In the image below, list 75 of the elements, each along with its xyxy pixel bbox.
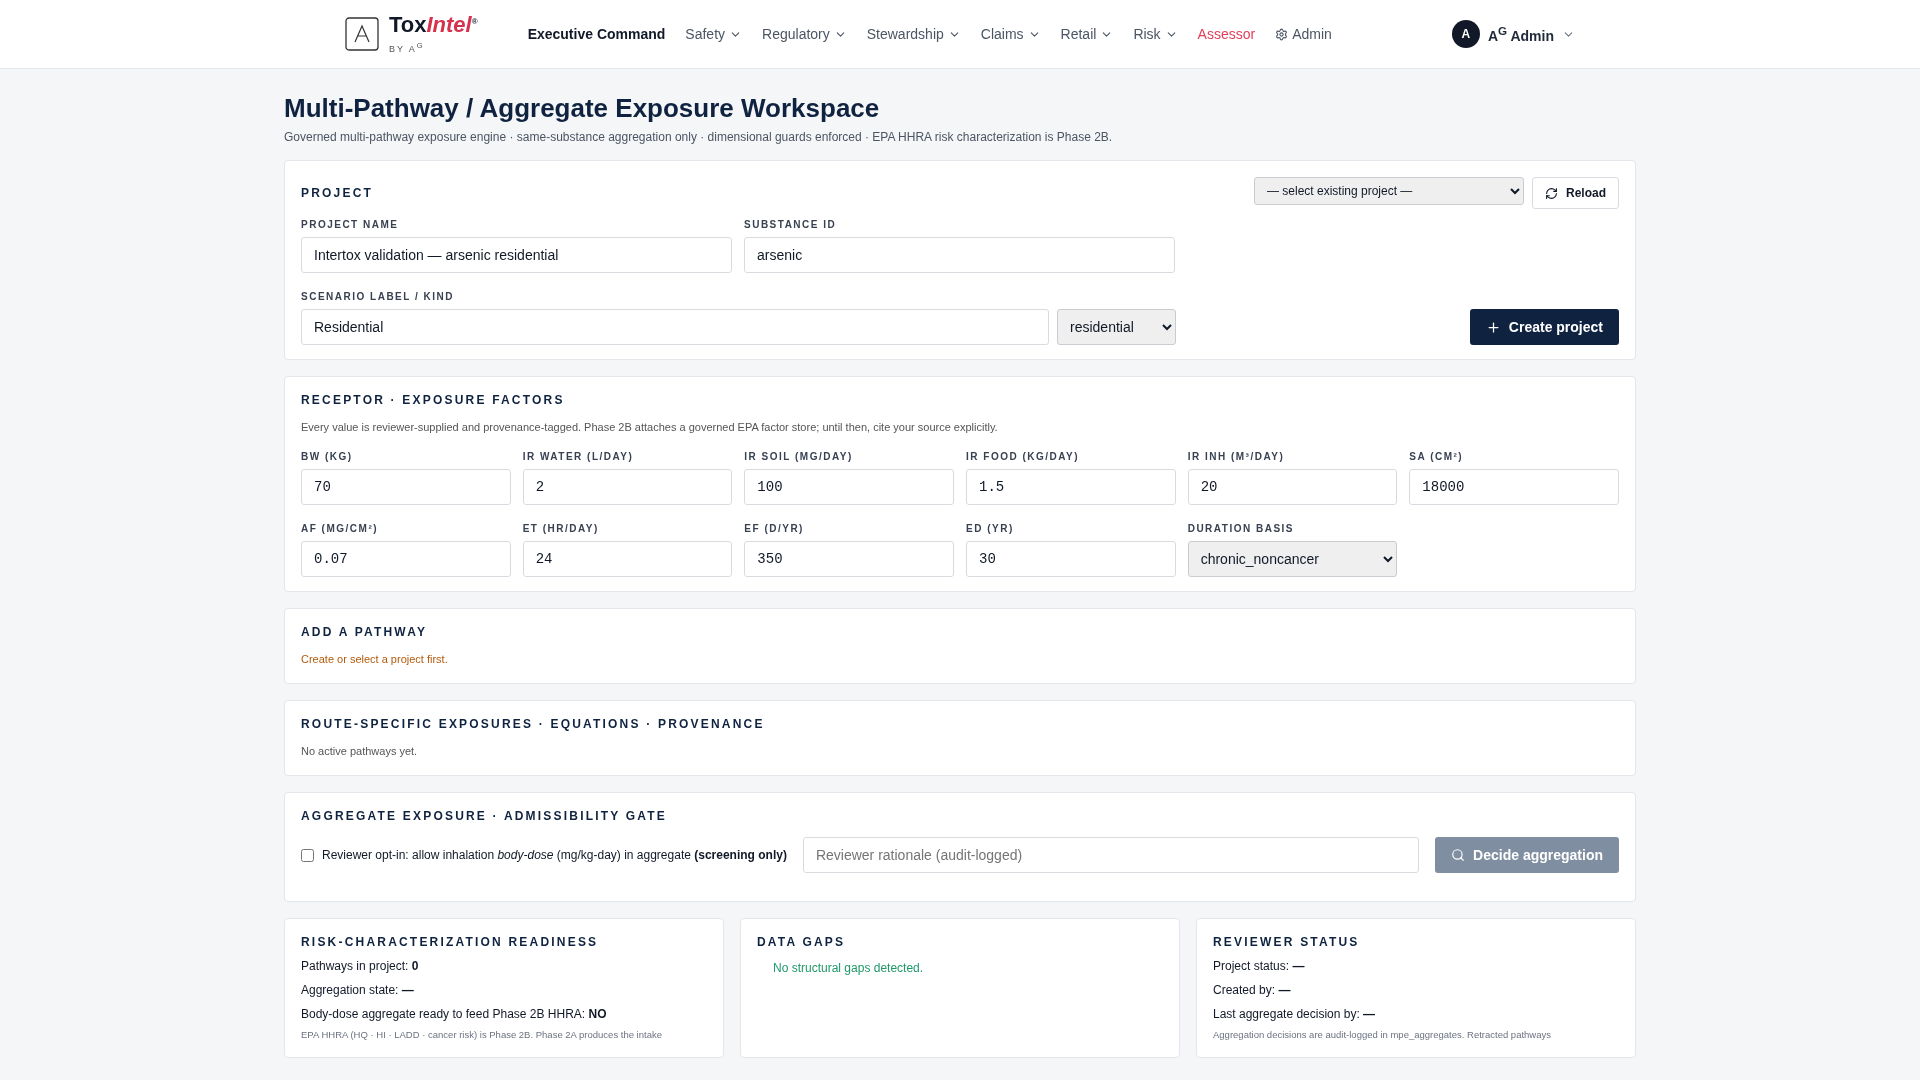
plus-icon: [1485, 319, 1501, 335]
field-label: ET (HR/DAY): [522, 523, 600, 534]
reload-button[interactable]: Reload: [1532, 177, 1619, 209]
logo-icon: [345, 17, 379, 51]
brand-name: ToxIntel$^{®}$: [389, 14, 478, 36]
field-label: SA (CM²): [1409, 451, 1465, 462]
section-heading: ADD A PATHWAY: [301, 625, 429, 639]
summary-line: Body-dose aggregate ready to feed Phase 2B HHRA: NO: [301, 1007, 608, 1021]
field-label: ED (YR): [966, 523, 1015, 534]
brand-byline: BY A$^{G}$: [389, 41, 426, 54]
field-label: EF (D/YR): [744, 523, 805, 534]
nav-link[interactable]: Safety: [685, 26, 743, 42]
factor-field[interactable]: 1.5: [966, 469, 1176, 505]
panel-note: EPA HHRA (HQ · HI · LADD · cancer risk) is Phase 2B. Phase 2A produces the intake: [301, 1029, 663, 1040]
section-heading: DATA GAPS: [757, 935, 847, 949]
field-label: AF (MG/CM²): [301, 523, 380, 534]
opt-in-checkbox[interactable]: [301, 848, 314, 862]
opt-in-label: Reviewer opt-in: allow inhalation body-dose (mg/kg-day) in aggregate (screening only): [322, 848, 787, 862]
page-title: Multi-Pathway / Aggregate Exposure Workspace: [284, 93, 881, 124]
project-name-field[interactable]: Intertox validation — arsenic residential: [301, 237, 732, 273]
field-label: IR FOOD (KG/DAY): [966, 451, 1081, 462]
user-avatar: A: [1451, 20, 1480, 48]
factor-field[interactable]: 30: [966, 541, 1176, 577]
empty-message: No active pathways yet.: [301, 745, 419, 757]
nav-link[interactable]: Claims: [980, 26, 1041, 42]
summary-line: Aggregation state: —: [301, 983, 415, 997]
summary-line: Project status: —: [1213, 959, 1306, 973]
factor-field[interactable]: 2: [522, 469, 733, 505]
field-label: IR WATER (L/DAY): [522, 451, 635, 462]
field-label: IR SOIL (MG/DAY): [744, 451, 854, 462]
scenario-kind-select[interactable]: residential: [1057, 309, 1176, 345]
section-heading: RISK-CHARACTERIZATION READINESS: [301, 935, 600, 949]
nav-link[interactable]: Risk: [1133, 26, 1178, 42]
section-heading: PROJECT: [301, 186, 374, 200]
factor-field[interactable]: 0.07: [301, 541, 511, 577]
factor-field[interactable]: 70: [301, 469, 511, 505]
nav-link[interactable]: Stewardship: [866, 26, 961, 42]
create-project-button[interactable]: Create project: [1469, 309, 1619, 345]
section-heading: RECEPTOR · EXPOSURE FACTORS: [301, 393, 566, 407]
section-heading: ROUTE-SPECIFIC EXPOSURES · EQUATIONS · PROVENANCE: [301, 717, 766, 731]
rationale-field[interactable]: Reviewer rationale (audit-logged): [802, 837, 1420, 873]
section-note: Every value is reviewer-supplied and provenance-tagged. Phase 2B attaches a governed EPA factor store; until then, cite your source explicitly.: [301, 421, 999, 433]
factor-field[interactable]: 20: [1187, 469, 1398, 505]
section-heading: AGGREGATE EXPOSURE · ADMISSIBILITY GATE: [301, 809, 669, 823]
factor-field[interactable]: 100: [744, 469, 954, 505]
settings-icon: [1275, 27, 1289, 41]
refresh-icon: [1545, 186, 1558, 200]
factor-field[interactable]: 18000: [1409, 469, 1619, 505]
substance-id-field[interactable]: arsenic: [744, 237, 1175, 273]
field-label: IR INH (M³/DAY): [1187, 451, 1286, 462]
field-label: SCENARIO LABEL / KIND: [301, 291, 455, 302]
status-message: No structural gaps detected.: [773, 961, 925, 975]
search-icon: [1451, 848, 1466, 862]
user-menu[interactable]: A A$^{G}$ Admin: [1451, 20, 1575, 48]
field-label: DURATION BASIS: [1187, 523, 1296, 534]
summary-line: Pathways in project: 0: [301, 959, 420, 973]
project-select[interactable]: — select existing project —: [1254, 177, 1524, 205]
summary-line: Last aggregate decision by: —: [1213, 1007, 1377, 1021]
factor-field[interactable]: 24: [522, 541, 733, 577]
nav-link[interactable]: Retail: [1060, 26, 1114, 42]
summary-line: Created by: —: [1213, 983, 1292, 997]
factor-field[interactable]: 350: [744, 541, 954, 577]
nav-link[interactable]: Executive Command: [527, 26, 666, 42]
nav-link[interactable]: Regulatory: [762, 26, 847, 42]
scenario-label-field[interactable]: Residential: [301, 309, 1049, 345]
nav-link[interactable]: Admin: [1275, 26, 1332, 42]
warning-message: Create or select a project first.: [301, 653, 449, 665]
field-label: SUBSTANCE ID: [744, 219, 838, 230]
section-heading: REVIEWER STATUS: [1213, 935, 1361, 949]
field-label: BW (KG): [301, 451, 354, 462]
nav-link[interactable]: Assessor: [1197, 26, 1256, 42]
field-label: PROJECT NAME: [301, 219, 400, 230]
page-subtitle: Governed multi-pathway exposure engine · same-substance aggregation only · dimensional guards enforced · EPA HHRA risk characterization is Phase 2B.: [284, 130, 1114, 144]
panel-note: Aggregation decisions are audit-logged in mpe_aggregates. Retracted pathways: [1213, 1029, 1552, 1040]
duration-basis-select[interactable]: chronic_noncancer: [1187, 541, 1398, 577]
